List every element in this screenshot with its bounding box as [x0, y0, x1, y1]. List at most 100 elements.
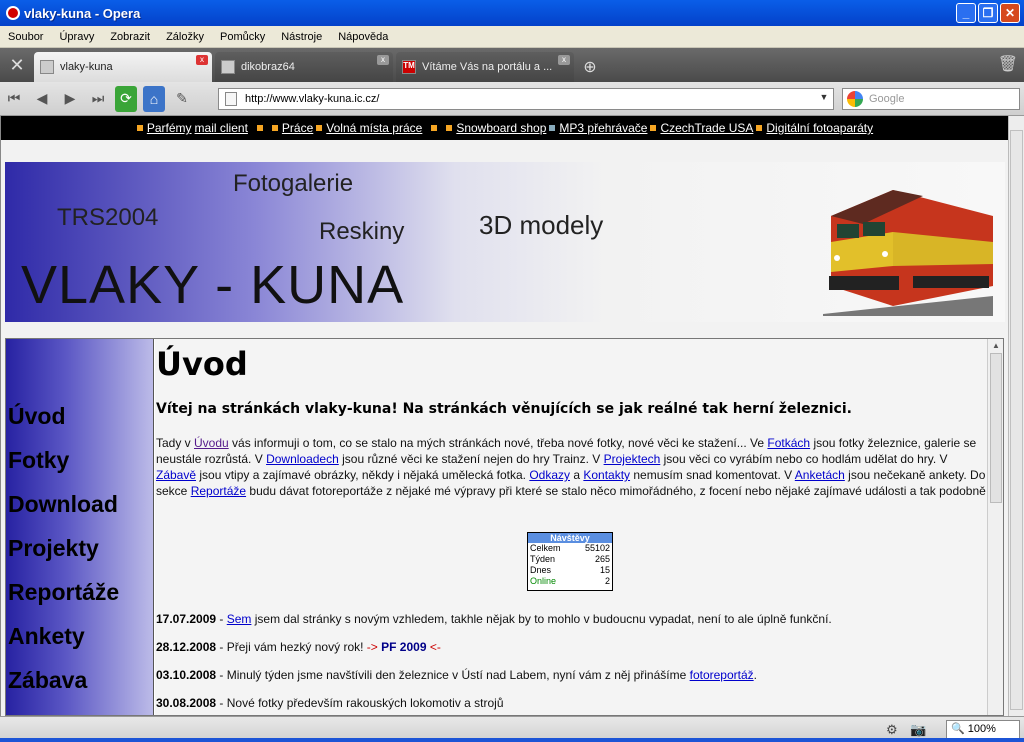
- scroll-thumb[interactable]: [1010, 130, 1023, 710]
- side-navigation: Úvod Fotky Download Projekty Reportáže A…: [6, 339, 154, 715]
- ad-link[interactable]: Práce: [271, 121, 313, 135]
- link-zabava[interactable]: Zábavě: [156, 468, 196, 482]
- main-frame: Úvod Fotky Download Projekty Reportáže A…: [5, 338, 1004, 716]
- maximize-button[interactable]: ❐: [978, 3, 998, 23]
- locomotive-image: [823, 190, 993, 316]
- link-sem[interactable]: Sem: [227, 612, 252, 626]
- menu-soubor[interactable]: Soubor: [0, 31, 51, 43]
- address-bar[interactable]: http://www.vlaky-kuna.ic.cz/ ▼: [218, 88, 834, 110]
- wand-icon[interactable]: ✎: [168, 86, 196, 112]
- welcome-heading: Vítej na stránkách vlaky-kuna! Na stránk…: [156, 401, 852, 417]
- banner-trs: TRS2004: [57, 204, 159, 231]
- new-tab-icon[interactable]: ⊕: [577, 54, 603, 80]
- page-title: Úvod: [156, 345, 248, 383]
- banner-reskiny: Reskiny: [319, 218, 405, 245]
- nav-download[interactable]: Download: [8, 491, 118, 518]
- panel-toggle-icon[interactable]: ✕: [0, 48, 34, 82]
- site-banner: TRS2004 Fotogalerie Reskiny 3D modely VL…: [5, 162, 1005, 322]
- camera-icon[interactable]: 📷: [910, 722, 926, 738]
- link-odkazy[interactable]: Odkazy: [529, 468, 570, 482]
- tab-bar: ✕ vlaky-kuna x dikobraz64 x TM Vítáme Vá…: [0, 48, 1024, 82]
- chevron-down-icon[interactable]: ▼: [817, 92, 831, 106]
- trash-icon[interactable]: 🗑: [998, 54, 1018, 74]
- ad-link[interactable]: Volná místa práce: [316, 121, 422, 135]
- menu-pomucky[interactable]: Pomůcky: [212, 31, 273, 43]
- tab-label: vlaky-kuna: [60, 61, 113, 73]
- ad-link[interactable]: Parfémy: [136, 121, 192, 135]
- counter-row: Online 2: [530, 576, 610, 586]
- link-kontakty[interactable]: Kontakty: [583, 468, 630, 482]
- content-scrollbar[interactable]: ▲: [987, 339, 1003, 715]
- ad-bar: Parfémy mail client Práce Volná místa pr…: [1, 116, 1008, 140]
- address-url: http://www.vlaky-kuna.ic.cz/: [245, 93, 380, 105]
- visit-counter[interactable]: Návštěvy Celkem 55102 Týden 265 Dnes 15 Onl…: [527, 532, 613, 591]
- window-title: vlaky-kuna - Opera: [24, 5, 141, 21]
- counter-row: Dnes 15: [530, 565, 610, 575]
- title-bar: vlaky-kuna - Opera _ ❐ ✕: [0, 0, 1024, 26]
- tab-label: dikobraz64: [241, 61, 295, 73]
- link-reportaze[interactable]: Reportáže: [191, 484, 246, 498]
- reload-icon[interactable]: ⟳: [115, 85, 137, 112]
- tab-label: Vítáme Vás na portálu a ...: [422, 61, 553, 73]
- web-page: Parfémy mail client Práce Volná místa pr…: [0, 116, 1008, 716]
- speed-dial-icon[interactable]: ⚙: [886, 722, 898, 738]
- page-icon: [221, 60, 235, 74]
- tab-vlaky-kuna[interactable]: vlaky-kuna x: [34, 52, 212, 82]
- ad-link[interactable]: CzechTrade USA: [650, 121, 753, 135]
- navigation-bar: ⏮ ◀ ▶ ⏭ ⟳ ⌂ ✎ http://www.vlaky-kuna.ic.c…: [0, 82, 1024, 116]
- tab-portal[interactable]: TM Vítáme Vás na portálu a ... x: [396, 52, 574, 82]
- nav-ankety[interactable]: Ankety: [8, 623, 85, 650]
- tab-close-icon[interactable]: x: [196, 55, 208, 65]
- rewind-icon[interactable]: ⏮: [0, 86, 28, 112]
- content-area: Úvod Vítej na stránkách vlaky-kuna! Na s…: [155, 339, 987, 715]
- banner-title: VLAKY - KUNA: [21, 255, 405, 315]
- link-projekty[interactable]: Projektech: [604, 452, 661, 466]
- menu-zobrazit[interactable]: Zobrazit: [102, 31, 158, 43]
- nav-projekty[interactable]: Projekty: [8, 535, 99, 562]
- minimize-button[interactable]: _: [956, 3, 976, 23]
- link-ankety[interactable]: Anketách: [795, 468, 845, 482]
- search-field[interactable]: Google: [842, 88, 1020, 110]
- fast-forward-icon[interactable]: ⏭: [84, 86, 112, 112]
- page-icon: [40, 60, 54, 74]
- link-download[interactable]: Downloadech: [266, 452, 339, 466]
- ad-link[interactable]: Digitální fotoaparáty: [756, 121, 873, 135]
- ad-link[interactable]: MP3 přehrávače: [549, 121, 647, 135]
- link-fotoreportaz[interactable]: fotoreportáž: [690, 668, 754, 682]
- opera-icon: [6, 6, 20, 20]
- ad-link[interactable]: Snowboard shop: [446, 121, 546, 135]
- forward-icon[interactable]: ▶: [56, 86, 84, 112]
- counter-row: Týden 265: [530, 554, 610, 564]
- nav-uvod[interactable]: Úvod: [8, 403, 66, 430]
- menu-upravy[interactable]: Úpravy: [51, 31, 102, 43]
- nav-zabava[interactable]: Zábava: [8, 667, 87, 694]
- scroll-up-icon[interactable]: ▲: [988, 339, 1004, 353]
- nav-reportaze[interactable]: Reportáže: [8, 579, 119, 606]
- link-fotky[interactable]: Fotkách: [767, 436, 810, 450]
- back-icon[interactable]: ◀: [28, 86, 56, 112]
- page-icon: [225, 92, 237, 106]
- zoom-control[interactable]: 🔍 100%: [946, 720, 1020, 739]
- ad-link[interactable]: mail client: [195, 121, 248, 135]
- close-button[interactable]: ✕: [1000, 3, 1020, 23]
- taskbar-edge: [0, 738, 1024, 742]
- banner-fotogalerie: Fotogalerie: [233, 170, 354, 197]
- nav-fotky[interactable]: Fotky: [8, 447, 69, 474]
- link-uvod[interactable]: Úvodu: [194, 436, 229, 450]
- menu-nastroje[interactable]: Nástroje: [273, 31, 330, 43]
- news-item: 03.10.2008 - Minulý týden jsme navštívil…: [156, 668, 757, 682]
- news-item: 17.07.2009 - Sem jsem dal stránky s nový…: [156, 612, 832, 626]
- page-scrollbar[interactable]: [1008, 116, 1024, 716]
- tab-dikobraz64[interactable]: dikobraz64 x: [215, 52, 393, 82]
- news-item: 30.08.2008 - Nové fotky především rakous…: [156, 696, 504, 710]
- home-icon[interactable]: ⌂: [143, 85, 165, 112]
- intro-paragraph: Tady v Úvodu vás informuji o tom, co se …: [156, 436, 986, 498]
- search-placeholder: Google: [869, 93, 905, 105]
- scroll-thumb[interactable]: [990, 353, 1002, 503]
- menu-zalozky[interactable]: Záložky: [158, 31, 212, 43]
- google-icon: [847, 91, 863, 107]
- menu-napoveda[interactable]: Nápověda: [330, 31, 396, 43]
- menu-bar: Soubor Úpravy Zobrazit Záložky Pomůcky N…: [0, 26, 1024, 48]
- tab-close-icon[interactable]: x: [558, 55, 570, 65]
- tab-close-icon[interactable]: x: [377, 55, 389, 65]
